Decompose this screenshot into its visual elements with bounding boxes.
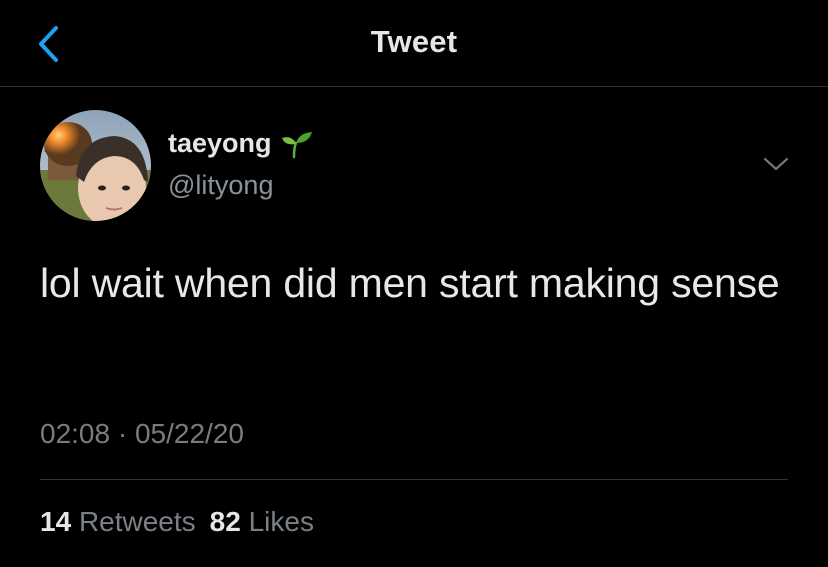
tweet-time: 02:08: [40, 418, 111, 449]
author-display-name[interactable]: taeyong: [168, 128, 272, 159]
likes-count: 82: [209, 506, 241, 537]
tweet-text: lol wait when did men start making sense: [40, 260, 780, 306]
tweet-options-button[interactable]: [762, 152, 790, 176]
chevron-down-icon: [763, 157, 789, 171]
tweet-timestamp: 02:08 · 05/22/20: [40, 418, 244, 450]
seedling-icon: [281, 131, 312, 158]
retweets-label: Retweets: [78, 506, 196, 537]
avatar[interactable]: [40, 110, 151, 221]
author-handle[interactable]: @lityong: [168, 170, 273, 201]
timestamp-separator: ·: [117, 418, 128, 449]
tweet-stats: 14 Retweets 82 Likes: [40, 506, 314, 538]
page-title: Tweet: [370, 24, 458, 59]
tweet-date: 05/22/20: [134, 418, 244, 449]
divider: [40, 479, 788, 480]
app-header: Tweet: [0, 0, 828, 87]
author-name-row[interactable]: taeyong: [168, 128, 314, 159]
likes-label: Likes: [248, 506, 314, 537]
retweets-count: 14: [40, 506, 72, 537]
avatar-image: [40, 110, 151, 221]
likes-stat[interactable]: 82 Likes: [210, 506, 314, 538]
retweets-stat[interactable]: 14 Retweets: [40, 506, 196, 538]
